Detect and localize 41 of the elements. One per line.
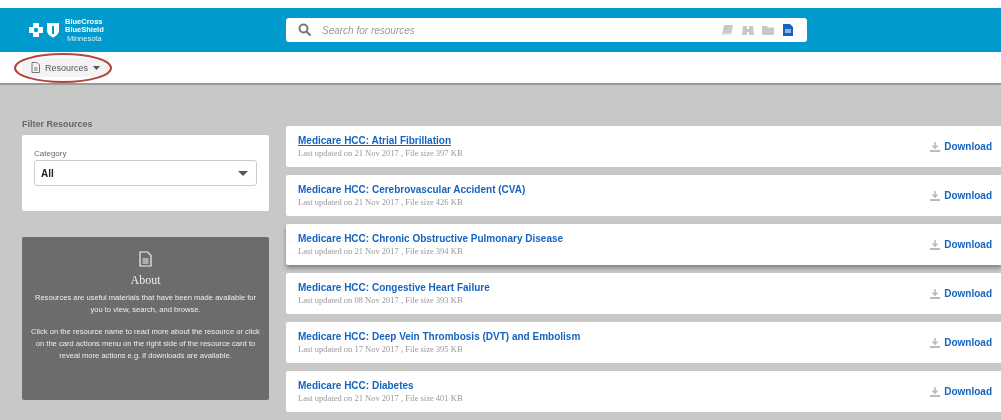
resources-menu-button[interactable]: Resources [22, 58, 110, 77]
caret-icon [93, 65, 101, 70]
search-bar[interactable]: Search for resources [286, 18, 807, 42]
download-link[interactable]: Download [930, 288, 992, 299]
download-link[interactable]: Download [930, 190, 992, 201]
download-icon [930, 141, 941, 152]
binoculars-icon[interactable] [741, 23, 755, 37]
folder-icon[interactable] [761, 23, 775, 37]
document-icon[interactable] [781, 23, 795, 37]
resource-meta: Last updated on 21 Nov 2017 , File size 397 KB [298, 148, 463, 158]
resource-meta: Last updated on 21 Nov 2017 , File size 401 KB [298, 393, 463, 403]
resource-meta: Last updated on 21 Nov 2017 , File size 394 KB [298, 246, 464, 256]
download-link[interactable]: Download [930, 239, 992, 250]
resource-meta: Last updated on 17 Nov 2017 , File size 395 KB [298, 344, 464, 354]
document-icon [31, 62, 40, 73]
resource-title-link[interactable]: Medicare HCC: Deep Vein Thrombosis (DVT) and Embolism [298, 331, 581, 342]
download-icon [930, 190, 941, 201]
resource-title-link[interactable]: Medicare HCC: Atrial Fibrillation [298, 135, 463, 146]
category-label: Category [34, 149, 68, 158]
search-field[interactable]: Search for resources [320, 23, 713, 37]
resource-meta: Last updated on 21 Nov 2017 , File size 426 KB [298, 197, 464, 207]
download-icon [930, 239, 941, 250]
download-link[interactable]: Download [930, 337, 992, 348]
resource-title-link[interactable]: Medicare HCC: Diabetes [298, 380, 463, 391]
caret-icon [238, 170, 248, 176]
document-icon [139, 251, 152, 267]
cross-shield-logo-icon [28, 22, 62, 38]
category-dropdown[interactable]: All [34, 160, 257, 186]
download-link[interactable]: Download [930, 386, 992, 397]
resource-title-link[interactable]: Medicare HCC: Congestive Heart Failure [298, 282, 490, 293]
download-icon [930, 337, 941, 348]
download-link[interactable]: Download [930, 141, 992, 152]
resource-meta: Last updated on 08 Nov 2017 , File size 393 KB [298, 295, 464, 305]
about-title: About [130, 273, 161, 288]
resource-title-link[interactable]: Medicare HCC: Cerebrovascular Accident (CVA) [298, 184, 526, 195]
search-icon [298, 23, 312, 37]
book-icon[interactable] [721, 23, 735, 37]
download-icon [930, 288, 941, 299]
filter-heading: Filter Resources [22, 119, 94, 129]
download-icon [930, 386, 941, 397]
resource-title-link[interactable]: Medicare HCC: Chronic Obstructive Pulmonary Disease [298, 233, 564, 244]
